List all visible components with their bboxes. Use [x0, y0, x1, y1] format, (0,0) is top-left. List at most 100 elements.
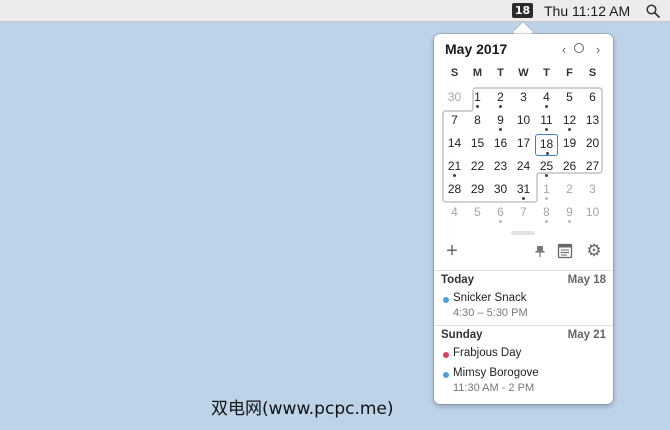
add-event-button[interactable]: +	[443, 241, 461, 261]
search-icon[interactable]	[646, 4, 660, 18]
day-cell[interactable]: 15	[466, 134, 489, 156]
day-cell[interactable]: 28	[443, 180, 466, 202]
day-number: 9	[497, 113, 504, 127]
month-title: May 2017	[445, 41, 508, 57]
event-indicator-dot	[545, 128, 548, 131]
day-cell[interactable]: 29	[466, 180, 489, 202]
event-indicator-dot	[522, 197, 525, 200]
day-cell[interactable]: 12	[558, 111, 581, 133]
day-cell[interactable]: 3	[512, 88, 535, 110]
day-cell[interactable]: 26	[558, 157, 581, 179]
day-number: 17	[516, 136, 531, 150]
menubar-clock[interactable]: Thu 11:12 AM	[544, 3, 630, 19]
day-cell[interactable]: 6	[581, 88, 604, 110]
day-cell[interactable]: 5	[466, 203, 489, 225]
toolbar-divider	[434, 270, 613, 271]
day-cell[interactable]: 21	[443, 157, 466, 179]
day-cell-today[interactable]: 18	[535, 134, 558, 156]
day-number: 7	[451, 113, 458, 127]
day-cell[interactable]: 31	[512, 180, 535, 202]
event-indicator-dot	[545, 197, 548, 200]
day-number: 7	[520, 205, 527, 219]
event-title: Frabjous Day	[453, 347, 522, 359]
day-cell[interactable]: 4	[535, 88, 558, 110]
day-cell[interactable]: 1	[535, 180, 558, 202]
event-indicator-dot	[546, 152, 549, 155]
day-cell[interactable]: 5	[558, 88, 581, 110]
day-number: 6	[497, 205, 504, 219]
day-number: 9	[566, 205, 573, 219]
calendar-color-dot	[443, 297, 449, 303]
day-number: 13	[585, 113, 600, 127]
day-cell[interactable]: 30	[489, 180, 512, 202]
day-cell[interactable]: 10	[581, 203, 604, 225]
event-time: 11:30 AM - 2 PM	[453, 382, 535, 394]
day-number: 27	[585, 159, 600, 173]
day-cell[interactable]: 13	[581, 111, 604, 133]
day-cell[interactable]: 6	[489, 203, 512, 225]
event-indicator-dot	[568, 128, 571, 131]
day-cell[interactable]: 4	[443, 203, 466, 225]
day-cell[interactable]: 24	[512, 157, 535, 179]
day-cell[interactable]: 14	[443, 134, 466, 156]
day-number: 2	[566, 182, 573, 196]
day-number: 22	[470, 159, 485, 173]
event-indicator-dot	[499, 220, 502, 223]
day-cell[interactable]: 20	[581, 134, 604, 156]
previous-month-button[interactable]: ‹	[558, 42, 570, 57]
day-number: 6	[589, 90, 596, 104]
day-number: 8	[543, 205, 550, 219]
day-number: 18	[539, 137, 554, 151]
day-cell[interactable]: 30	[443, 88, 466, 110]
day-cell[interactable]: 9	[558, 203, 581, 225]
today-button[interactable]	[574, 43, 584, 53]
day-number: 16	[493, 136, 508, 150]
day-number: 29	[470, 182, 485, 196]
calendar-menubar-icon[interactable]: 18	[512, 3, 533, 18]
calendar-color-dot	[443, 352, 449, 358]
day-number: 1	[474, 90, 481, 104]
day-cell[interactable]: 8	[466, 111, 489, 133]
pin-icon[interactable]	[531, 242, 549, 260]
weekday-label: S	[450, 67, 459, 79]
day-cell[interactable]: 10	[512, 111, 535, 133]
day-number: 31	[516, 182, 531, 196]
event-indicator-dot	[499, 128, 502, 131]
weekday-label: S	[588, 67, 597, 79]
day-cell[interactable]: 9	[489, 111, 512, 133]
day-number: 14	[447, 136, 462, 150]
day-cell[interactable]: 11	[535, 111, 558, 133]
event-indicator-dot	[499, 105, 502, 108]
weekday-label: W	[518, 67, 529, 79]
gear-icon[interactable]: ⚙	[585, 241, 603, 260]
agenda-divider	[434, 325, 613, 326]
event-title: Snicker Snack	[453, 292, 527, 304]
day-cell[interactable]: 1	[466, 88, 489, 110]
day-number: 24	[516, 159, 531, 173]
section-date: May 21	[567, 329, 606, 341]
next-month-button[interactable]: ›	[592, 42, 604, 57]
day-cell[interactable]: 22	[466, 157, 489, 179]
day-cell[interactable]: 25	[535, 157, 558, 179]
day-cell[interactable]: 7	[512, 203, 535, 225]
day-cell[interactable]: 23	[489, 157, 512, 179]
day-cell[interactable]: 2	[489, 88, 512, 110]
day-number: 1	[543, 182, 550, 196]
day-number: 10	[516, 113, 531, 127]
event-indicator-dot	[545, 220, 548, 223]
day-cell[interactable]: 19	[558, 134, 581, 156]
day-cell[interactable]: 3	[581, 180, 604, 202]
day-number: 2	[497, 90, 504, 104]
day-cell[interactable]: 7	[443, 111, 466, 133]
day-number: 10	[585, 205, 600, 219]
day-cell[interactable]: 8	[535, 203, 558, 225]
day-cell[interactable]: 27	[581, 157, 604, 179]
resize-handle[interactable]	[511, 231, 535, 235]
weekday-label: T	[543, 67, 550, 79]
day-cell[interactable]: 17	[512, 134, 535, 156]
day-cell[interactable]: 2	[558, 180, 581, 202]
day-cell[interactable]: 16	[489, 134, 512, 156]
day-number: 26	[562, 159, 577, 173]
calendar-popover: May 2017 ‹ › SMTWTFS 30 1 2 3 4 5 6 7 8 9 10 11 12 13…	[434, 34, 613, 404]
agenda-icon[interactable]	[556, 242, 574, 260]
